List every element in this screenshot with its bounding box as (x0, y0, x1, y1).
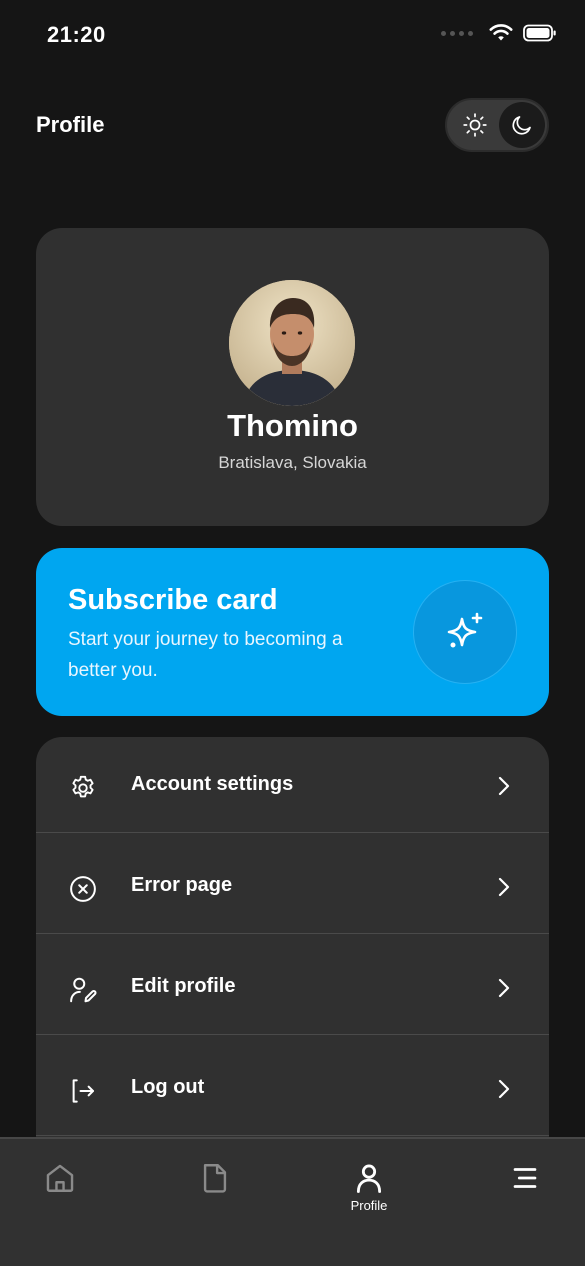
menu-item-error-page[interactable]: Error page (36, 838, 549, 939)
subscribe-card[interactable]: Subscribe card Start your journey to bec… (36, 548, 549, 716)
divider (36, 832, 549, 833)
user-icon (356, 1164, 382, 1193)
menu-item-edit-profile[interactable]: Edit profile (36, 939, 549, 1040)
subscribe-title: Subscribe card (68, 584, 278, 616)
x-circle-icon (68, 874, 98, 904)
moon-icon[interactable] (499, 102, 545, 148)
avatar (229, 280, 355, 406)
divider (36, 1034, 549, 1035)
gear-icon (68, 773, 98, 803)
profile-name: Thomino (227, 408, 358, 443)
menu-item-log-out[interactable]: Log out (36, 1040, 549, 1141)
menu-item-label: Log out (131, 1076, 205, 1098)
divider (36, 1135, 549, 1136)
status-bar: 21:20 (0, 0, 585, 75)
menu-card: Account settings Error page Edit profile (36, 737, 549, 1157)
menu-item-label: Account settings (131, 773, 294, 795)
sparkles-icon[interactable] (413, 580, 517, 684)
chevron-right-icon (498, 1079, 510, 1099)
profile-card: Thomino Bratislava, Slovakia (36, 228, 549, 526)
nav-label-profile: Profile (350, 1198, 388, 1213)
bottom-nav: Profile (0, 1137, 585, 1266)
document-icon (203, 1164, 227, 1193)
status-time: 21:20 (47, 22, 106, 47)
user-edit-icon (68, 975, 98, 1005)
logout-icon (68, 1076, 98, 1106)
page-title: Profile (36, 112, 105, 137)
sun-icon[interactable] (459, 109, 491, 141)
status-icons (441, 24, 557, 42)
nav-item-profile[interactable]: Profile (329, 1161, 409, 1231)
divider (36, 933, 549, 934)
battery-icon (523, 24, 556, 42)
menu-item-account-settings[interactable]: Account settings (36, 737, 549, 838)
chevron-right-icon (498, 776, 510, 796)
chevron-right-icon (498, 877, 510, 897)
subscribe-text: Start your journey to becoming a better … (68, 629, 343, 681)
signal-dots-icon (441, 30, 473, 36)
header: Profile (36, 98, 549, 152)
menu-lines-icon (513, 1168, 537, 1188)
menu-item-label: Edit profile (131, 975, 236, 997)
theme-toggle[interactable] (445, 98, 549, 152)
nav-item-documents[interactable] (175, 1161, 255, 1231)
nav-item-menu[interactable] (485, 1161, 565, 1231)
home-icon (46, 1164, 74, 1192)
nav-item-home[interactable] (20, 1161, 100, 1231)
profile-location: Bratislava, Slovakia (218, 453, 367, 472)
chevron-right-icon (498, 978, 510, 998)
wifi-icon (489, 24, 513, 41)
menu-item-label: Error page (131, 874, 233, 896)
